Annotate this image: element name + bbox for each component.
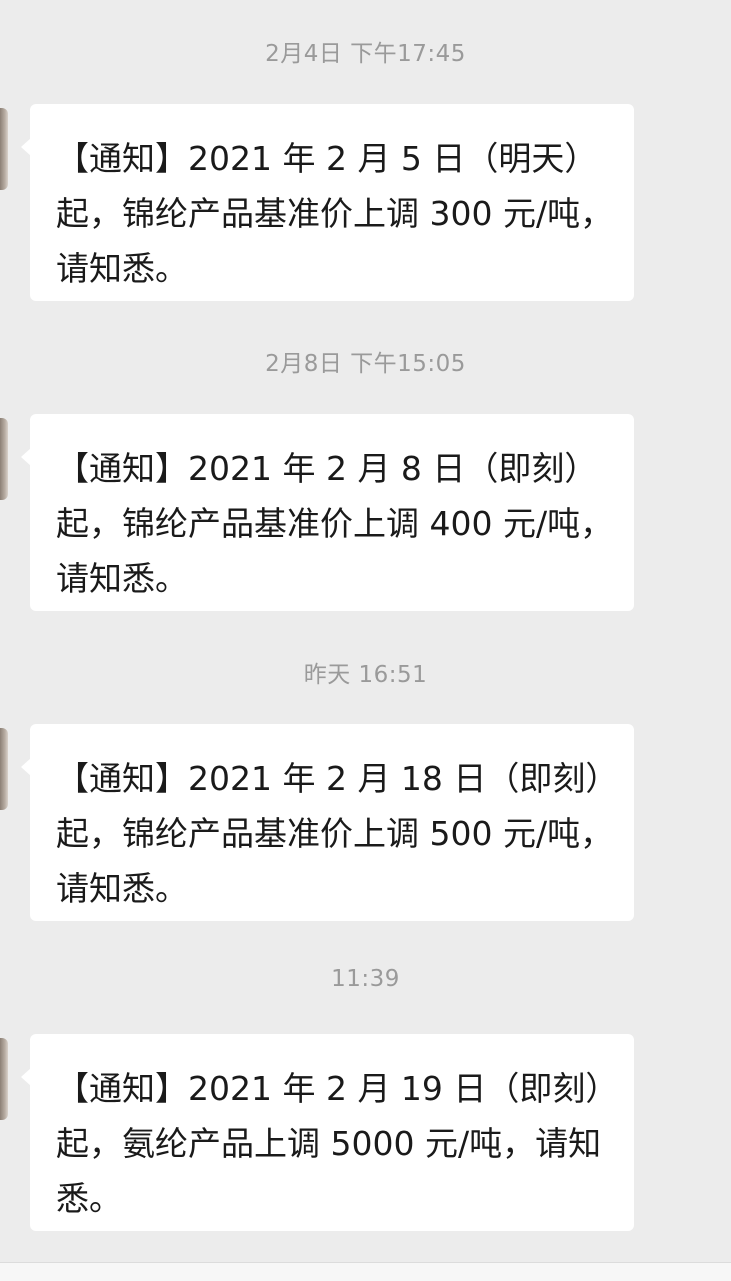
message-timestamp: 2月8日 下午15:05 <box>265 351 466 377</box>
sender-avatar[interactable] <box>0 1038 8 1120</box>
sender-avatar[interactable] <box>0 108 8 190</box>
message-text: 【通知】2021 年 2 月 18 日（即刻）起，锦纶产品基准价上调 500 元… <box>56 759 614 908</box>
message-text: 【通知】2021 年 2 月 8 日（即刻）起，锦纶产品基准价上调 400 元/… <box>56 449 614 598</box>
message-thread: 2月4日 下午17:45 【通知】2021 年 2 月 5 日（明天）起，锦纶产… <box>0 0 731 1280</box>
sender-avatar[interactable] <box>0 418 8 500</box>
message-text: 【通知】2021 年 2 月 5 日（明天）起，锦纶产品基准价上调 300 元/… <box>56 139 614 288</box>
message-text: 【通知】2021 年 2 月 19 日（即刻）起，氨纶产品上调 5000 元/吨… <box>56 1069 602 1218</box>
sender-avatar[interactable] <box>0 728 8 810</box>
message-timestamp: 2月4日 下午17:45 <box>265 41 466 67</box>
message-bubble[interactable]: 【通知】2021 年 2 月 8 日（即刻）起，锦纶产品基准价上调 400 元/… <box>21 414 634 611</box>
input-bar-edge <box>0 1262 731 1281</box>
message-bubble[interactable]: 【通知】2021 年 2 月 5 日（明天）起，锦纶产品基准价上调 300 元/… <box>21 104 634 301</box>
message-bubble[interactable]: 【通知】2021 年 2 月 19 日（即刻）起，氨纶产品上调 5000 元/吨… <box>21 1034 634 1231</box>
message-timestamp: 昨天 16:51 <box>303 662 428 688</box>
message-timestamp: 11:39 <box>331 966 400 992</box>
message-bubble[interactable]: 【通知】2021 年 2 月 18 日（即刻）起，锦纶产品基准价上调 500 元… <box>21 724 634 921</box>
